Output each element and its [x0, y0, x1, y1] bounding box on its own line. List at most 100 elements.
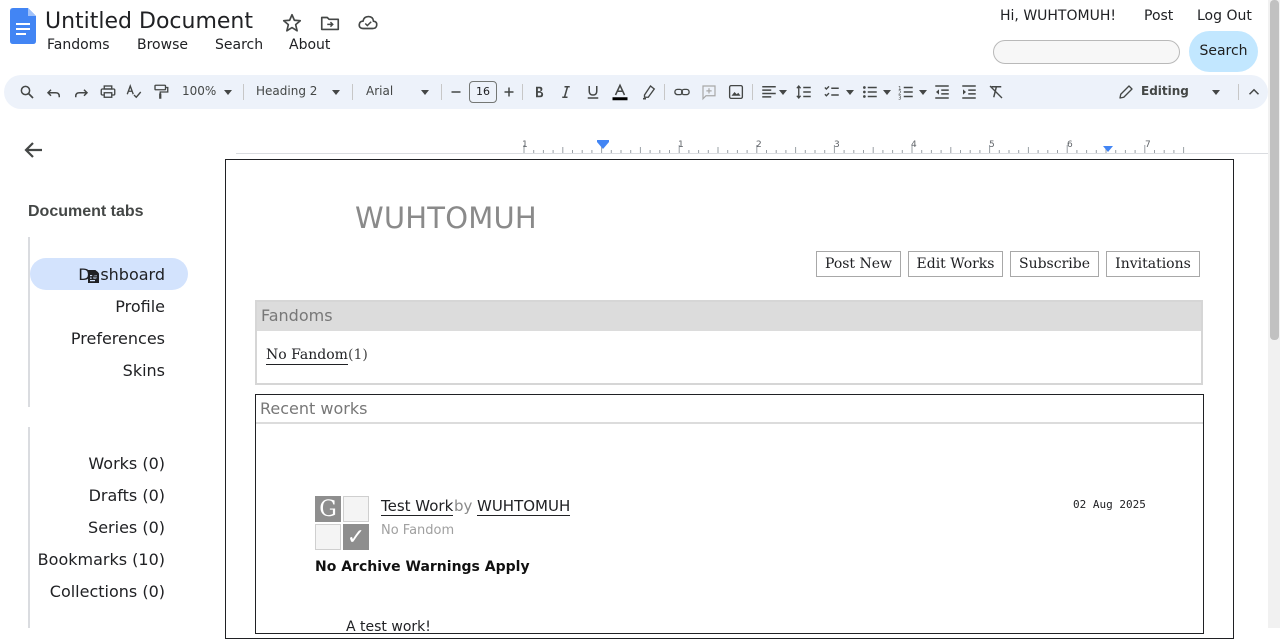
work-warning-tag[interactable]: No Archive Warnings Apply	[315, 559, 530, 575]
cloud-status-icon[interactable]	[357, 12, 379, 34]
work-author-link[interactable]: WUHTOMUH	[477, 497, 571, 516]
sidebar-divider	[28, 427, 30, 628]
sidebar-item-preferences[interactable]: Preferences	[71, 329, 165, 348]
zoom-select[interactable]: 100%	[182, 84, 216, 98]
menu-search[interactable]: Search	[215, 37, 263, 53]
recent-works-title: Recent works	[260, 399, 368, 418]
text-color-icon[interactable]	[611, 83, 629, 101]
chevron-down-icon[interactable]	[421, 90, 429, 95]
work-summary: A test work!	[346, 619, 431, 635]
font-size-input[interactable]: 16	[469, 81, 497, 103]
ruler-number: 1	[678, 140, 684, 150]
line-spacing-icon[interactable]	[795, 83, 813, 101]
docs-logo-icon[interactable]	[10, 8, 36, 44]
scrollbar-thumb[interactable]	[1270, 0, 1279, 340]
sidebar-divider	[28, 237, 30, 407]
paragraph-style-select[interactable]: Heading 2	[256, 84, 317, 98]
star-icon[interactable]	[281, 12, 303, 34]
ruler-number: 4	[911, 140, 917, 150]
move-folder-icon[interactable]	[319, 12, 341, 34]
insert-image-icon[interactable]	[727, 83, 745, 101]
checklist-icon[interactable]	[823, 83, 841, 101]
rating-general-icon[interactable]: G	[315, 496, 341, 522]
chevron-down-icon[interactable]	[846, 90, 854, 95]
required-tags-symbols[interactable]: G ✓	[315, 496, 369, 550]
work-by-label: by	[454, 497, 473, 515]
document-title[interactable]: Untitled Document	[45, 9, 253, 34]
menu-fandoms[interactable]: Fandoms	[47, 37, 110, 53]
redo-icon[interactable]	[72, 83, 90, 101]
ruler-number: 5	[989, 140, 995, 150]
chevron-up-icon[interactable]	[1245, 83, 1263, 101]
clear-formatting-icon[interactable]	[987, 83, 1005, 101]
toolbar-divider	[352, 84, 353, 100]
search-menus-icon[interactable]	[18, 83, 36, 101]
increase-font-size-icon[interactable]	[500, 83, 518, 101]
ruler-number: 1	[522, 140, 528, 150]
sidebar-item-series[interactable]: Series (0)	[88, 518, 165, 537]
editing-mode-select[interactable]: Editing	[1141, 84, 1189, 98]
insert-link-icon[interactable]	[673, 83, 691, 101]
complete-check-icon[interactable]: ✓	[343, 524, 369, 550]
site-search-input[interactable]	[993, 40, 1180, 64]
italic-icon[interactable]	[557, 83, 575, 101]
ruler-number: 6	[1067, 140, 1073, 150]
work-date: 02 Aug 2025	[1073, 498, 1146, 511]
work-title-link[interactable]: Test Work	[381, 497, 454, 516]
undo-icon[interactable]	[45, 83, 63, 101]
menu-about[interactable]: About	[289, 37, 330, 53]
chevron-down-icon[interactable]	[883, 90, 891, 95]
subscribe-button[interactable]: Subscribe	[1010, 251, 1099, 277]
pencil-icon[interactable]	[1117, 83, 1135, 101]
numbered-list-icon[interactable]: 123	[897, 83, 915, 101]
ruler-number: 7	[1145, 140, 1151, 150]
align-left-icon[interactable]	[760, 83, 778, 101]
menu-browse[interactable]: Browse	[137, 37, 188, 53]
site-search-button[interactable]: Search	[1189, 31, 1258, 72]
post-link[interactable]: Post	[1144, 8, 1173, 24]
underline-icon[interactable]	[584, 83, 602, 101]
sidebar-item-collections[interactable]: Collections (0)	[50, 582, 165, 601]
post-new-button[interactable]: Post New	[816, 251, 901, 277]
invitations-button[interactable]: Invitations	[1106, 251, 1200, 277]
increase-indent-icon[interactable]	[960, 83, 978, 101]
print-icon[interactable]	[99, 83, 117, 101]
decrease-font-size-icon[interactable]	[447, 83, 465, 101]
username-heading: WUHTOMUH	[355, 201, 537, 235]
chevron-down-icon[interactable]	[919, 90, 927, 95]
sidebar-item-drafts[interactable]: Drafts (0)	[89, 486, 165, 505]
bulleted-list-icon[interactable]	[861, 83, 879, 101]
font-select[interactable]: Arial	[366, 84, 393, 98]
fandom-count: (1)	[348, 347, 368, 363]
logout-link[interactable]: Log Out	[1197, 8, 1252, 24]
svg-text:3: 3	[898, 96, 901, 102]
highlight-color-icon[interactable]	[640, 83, 658, 101]
fandoms-header	[257, 302, 1201, 331]
sidebar-item-profile[interactable]: Profile	[115, 297, 165, 316]
chevron-down-icon[interactable]	[779, 90, 787, 95]
chevron-down-icon[interactable]	[224, 90, 232, 95]
edit-works-button[interactable]: Edit Works	[908, 251, 1003, 277]
sidebar-item-skins[interactable]: Skins	[123, 361, 165, 380]
add-comment-icon[interactable]	[700, 83, 718, 101]
back-arrow-icon[interactable]	[22, 138, 46, 162]
sidebar-item-works[interactable]: Works (0)	[88, 454, 165, 473]
chevron-down-icon[interactable]	[332, 90, 340, 95]
document-tabs-heading: Document tabs	[28, 203, 144, 220]
ruler-number: 2	[756, 140, 762, 150]
ruler[interactable]	[236, 136, 1268, 154]
paint-format-icon[interactable]	[152, 83, 170, 101]
spellcheck-icon[interactable]	[125, 83, 143, 101]
category-empty-icon	[343, 496, 369, 522]
user-greeting[interactable]: Hi, WUHTOMUH!	[1000, 8, 1116, 24]
bold-icon[interactable]	[530, 83, 548, 101]
chevron-down-icon[interactable]	[1212, 90, 1220, 95]
sidebar-item-bookmarks[interactable]: Bookmarks (10)	[38, 550, 165, 569]
no-fandom-link[interactable]: No Fandom	[266, 347, 348, 365]
sidebar-item-dashboard[interactable]: Dashboard	[78, 265, 165, 284]
work-fandom-tag[interactable]: No Fandom	[381, 523, 454, 538]
ruler-number: 3	[834, 140, 840, 150]
toolbar-divider	[243, 84, 244, 100]
warning-empty-icon	[315, 524, 341, 550]
decrease-indent-icon[interactable]	[933, 83, 951, 101]
